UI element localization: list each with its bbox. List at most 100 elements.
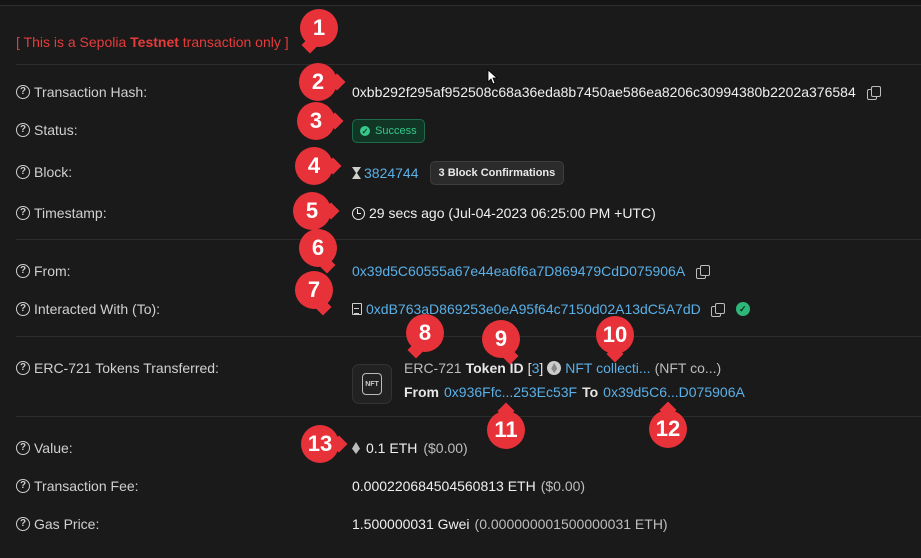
- label-text: Block:: [34, 164, 73, 180]
- question-circle-icon[interactable]: ?: [16, 361, 30, 375]
- nft-icon-text: NFT: [365, 380, 379, 388]
- token-logo-icon: [547, 361, 562, 375]
- from-address-link[interactable]: 0x39d5C60555a67e44ea6f6a7D869479CdD07590…: [352, 263, 685, 279]
- question-circle-icon[interactable]: ?: [16, 165, 30, 179]
- value-gas-price: 1.500000031 Gwei (0.000000001500000031 E…: [352, 516, 668, 532]
- value-from: 0x39d5C60555a67e44ea6f6a7D869479CdD07590…: [352, 263, 711, 279]
- question-circle-icon[interactable]: ?: [16, 302, 30, 316]
- testnet-notice-bold: Testnet: [130, 34, 179, 50]
- transfer-from-address-link[interactable]: 0x936Ffc...253Ec53F: [444, 384, 577, 400]
- block-confirmations-badge: 3 Block Confirmations: [429, 161, 565, 185]
- testnet-notice: [ This is a Sepolia Testnet transaction …: [16, 34, 289, 50]
- question-circle-icon[interactable]: ?: [16, 123, 30, 137]
- annotation-marker-6: 6: [299, 229, 337, 267]
- transfer-to-label: To: [582, 384, 599, 400]
- erc721-transfer-line: From 0x936Ffc...253Ec53F To 0x39d5C6...D…: [404, 384, 745, 400]
- question-circle-icon[interactable]: ?: [16, 206, 30, 220]
- divider: [16, 416, 921, 417]
- question-circle-icon[interactable]: ?: [16, 85, 30, 99]
- value-amount: 0.1 ETH: [366, 440, 418, 456]
- annotation-marker-5: 5: [293, 192, 331, 230]
- transfer-from-label: From: [404, 384, 439, 400]
- check-circle-icon: ✓: [360, 126, 370, 136]
- transaction-hash: 0xbb292f295af952508c68a36eda8b7450ae586e…: [352, 84, 856, 100]
- nft-collection-symbol: (NFT co...): [654, 360, 722, 376]
- annotation-marker-1: 1: [300, 9, 338, 47]
- nft-thumbnail: NFT: [352, 364, 392, 404]
- question-circle-icon[interactable]: ?: [16, 517, 30, 531]
- document-icon: [352, 303, 362, 315]
- fee-usd: ($0.00): [540, 478, 586, 494]
- block-number-link[interactable]: 3824744: [364, 165, 419, 181]
- verified-check-icon: ✓: [735, 302, 750, 316]
- token-id-label: Token ID: [465, 360, 524, 376]
- label-text: Transaction Hash:: [34, 84, 148, 100]
- label-text: From:: [34, 263, 71, 279]
- annotation-marker-7: 7: [295, 271, 333, 309]
- annotation-marker-12: 12: [649, 410, 687, 448]
- testnet-notice-prefix: [ This is a Sepolia: [16, 34, 131, 50]
- fee-amount: 0.000220684504560813 ETH: [352, 478, 536, 494]
- divider: [16, 239, 921, 240]
- gas-price-eth: (0.000000001500000031 ETH): [474, 516, 668, 532]
- gas-price-amount: 1.500000031 Gwei: [352, 516, 470, 532]
- nft-collection-link[interactable]: NFT collecti...: [565, 360, 650, 376]
- copy-icon[interactable]: [696, 264, 711, 279]
- annotation-marker-13: 13: [301, 425, 339, 463]
- annotation-marker-10: 10: [596, 316, 634, 354]
- token-id-bracket-close: ]: [539, 360, 544, 376]
- label-text: Transaction Fee:: [34, 478, 139, 494]
- value-usd: ($0.00): [423, 440, 468, 456]
- question-circle-icon[interactable]: ?: [16, 479, 30, 493]
- clock-icon: [352, 206, 365, 220]
- label-text: Interacted With (To):: [34, 301, 161, 317]
- label-interacted-with: ? Interacted With (To):: [16, 301, 160, 317]
- label-text: Gas Price:: [34, 516, 100, 532]
- value-status: ✓ Success: [352, 119, 425, 143]
- question-circle-icon[interactable]: ?: [16, 441, 30, 455]
- copy-icon[interactable]: [710, 302, 725, 317]
- status-badge: ✓ Success: [352, 119, 425, 143]
- label-text: Status:: [34, 122, 78, 138]
- value-timestamp: 29 secs ago (Jul-04-2023 06:25:00 PM +UT…: [352, 205, 656, 221]
- value-block: 3824744 3 Block Confirmations: [352, 161, 565, 185]
- annotation-marker-9: 9: [482, 320, 520, 358]
- contract-address-link[interactable]: 0xdB763aD869253e0eA95f64c7150d02A13dC5A7…: [366, 301, 701, 317]
- annotation-marker-3: 3: [297, 102, 335, 140]
- annotation-marker-11: 11: [487, 411, 525, 449]
- label-block: ? Block:: [16, 164, 72, 180]
- token-standard: ERC-721: [404, 360, 462, 376]
- label-from: ? From:: [16, 263, 71, 279]
- status-text: Success: [375, 125, 417, 137]
- transfer-to-address-link[interactable]: 0x39d5C6...D075906A: [603, 384, 745, 400]
- label-text: ERC-721 Tokens Transferred:: [34, 360, 219, 376]
- timestamp-text: 29 secs ago (Jul-04-2023 06:25:00 PM +UT…: [369, 205, 656, 221]
- copy-icon[interactable]: [866, 85, 881, 100]
- erc721-token-line: ERC-721 Token ID [3] NFT collecti... (NF…: [404, 360, 721, 376]
- value-value: 0.1 ETH ($0.00): [352, 440, 468, 456]
- label-transaction-fee: ? Transaction Fee:: [16, 478, 139, 494]
- annotation-marker-8: 8: [406, 314, 444, 352]
- mouse-cursor-icon: [487, 69, 497, 85]
- label-value: ? Value:: [16, 440, 73, 456]
- label-timestamp: ? Timestamp:: [16, 205, 107, 221]
- hourglass-icon: [352, 167, 361, 179]
- value-interacted-with: 0xdB763aD869253e0eA95f64c7150d02A13dC5A7…: [352, 301, 750, 317]
- label-text: Value:: [34, 440, 73, 456]
- value-transaction-fee: 0.000220684504560813 ETH ($0.00): [352, 478, 585, 494]
- testnet-notice-suffix: transaction only ]: [178, 34, 289, 50]
- label-transaction-hash: ? Transaction Hash:: [16, 84, 147, 100]
- label-erc721-transfers: ? ERC-721 Tokens Transferred:: [16, 360, 219, 376]
- label-text: Timestamp:: [34, 205, 107, 221]
- nft-icon: NFT: [362, 373, 382, 395]
- annotation-marker-2: 2: [299, 63, 337, 101]
- divider: [16, 64, 921, 65]
- transaction-details-card: [ This is a Sepolia Testnet transaction …: [0, 5, 921, 558]
- divider: [16, 336, 921, 337]
- label-status: ? Status:: [16, 122, 78, 138]
- value-transaction-hash: 0xbb292f295af952508c68a36eda8b7450ae586e…: [352, 84, 881, 100]
- ethereum-icon: [352, 442, 360, 454]
- label-gas-price: ? Gas Price:: [16, 516, 99, 532]
- annotation-marker-4: 4: [295, 147, 333, 185]
- question-circle-icon[interactable]: ?: [16, 264, 30, 278]
